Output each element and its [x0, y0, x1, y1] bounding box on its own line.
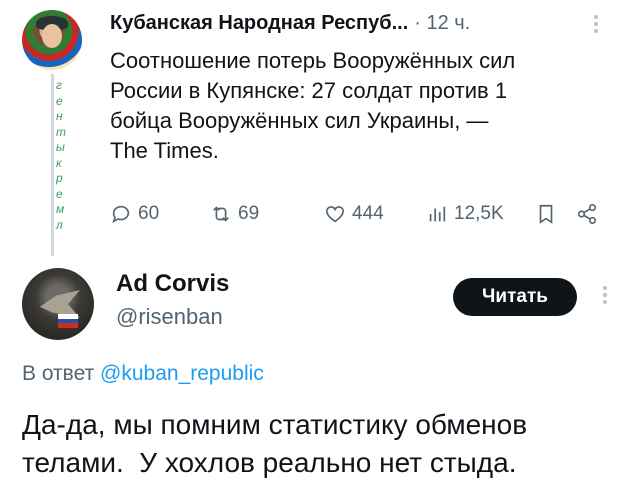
text-line: бойца Вооружённых сил Украины, —	[110, 108, 489, 133]
avatar-flag	[58, 314, 78, 328]
overlay-char: г	[56, 78, 62, 92]
heart-icon	[325, 206, 345, 223]
overlay-char: т	[56, 124, 66, 139]
retweet-count: 69	[238, 203, 260, 224]
share-icon	[577, 204, 597, 224]
reply-tweet-text: Да-да, мы помним статистику обменов тела…	[22, 406, 622, 482]
overlay-char: е	[56, 93, 63, 108]
more-vertical-icon[interactable]	[590, 12, 602, 36]
reply-author-name[interactable]: Ad Corvis	[116, 270, 229, 298]
parent-author-name[interactable]: Кубанская Народная Респуб...	[110, 12, 408, 35]
bookmark-button[interactable]	[535, 200, 557, 228]
text-line: телами. У хохлов реально нет стыда.	[22, 447, 517, 478]
retweet-icon	[213, 206, 229, 222]
reply-avatar[interactable]	[22, 268, 94, 340]
reply-to-link[interactable]: @kuban_republic	[100, 362, 264, 385]
parent-timestamp[interactable]: · 12 ч.	[414, 12, 470, 34]
action-bar: 60 69 444 12,5K	[110, 200, 620, 228]
reply-author-handle[interactable]: @risenban	[116, 304, 223, 330]
reply-button[interactable]: 60	[110, 200, 159, 228]
overlay-char: е	[56, 186, 63, 201]
text-line: Соотношение потерь Вооружённых сил	[110, 48, 516, 73]
thread-line	[51, 74, 54, 256]
like-count: 444	[352, 203, 384, 224]
views-count: 12,5K	[454, 203, 504, 224]
views-button[interactable]: 12,5K	[426, 200, 504, 228]
more-vertical-icon[interactable]	[599, 283, 611, 309]
text-line: The Times.	[110, 138, 219, 163]
text-line: Да-да, мы помним статистику обменов	[22, 409, 528, 440]
reply-to-prefix: В ответ	[22, 362, 95, 385]
overlay-char: к	[56, 155, 62, 170]
bookmark-icon	[539, 204, 553, 224]
bar-chart-icon	[429, 206, 446, 222]
parent-avatar[interactable]	[22, 10, 82, 70]
follow-button[interactable]: Читать	[453, 278, 577, 316]
avatar-overlay-text: г е н т ы к р е м л	[56, 78, 68, 233]
parent-header: Кубанская Народная Респуб... · 12 ч.	[110, 12, 470, 36]
overlay-char: ы	[56, 140, 65, 154]
retweet-button[interactable]: 69	[210, 200, 259, 228]
share-button[interactable]	[576, 200, 598, 228]
avatar-face	[42, 24, 62, 48]
reply-to-line: В ответ @kuban_republic	[22, 362, 264, 386]
reply-count: 60	[138, 203, 160, 224]
speech-bubble-icon	[112, 205, 130, 224]
overlay-char: м	[56, 202, 65, 216]
parent-tweet-text: Соотношение потерь Вооружённых сил Росси…	[110, 46, 620, 166]
overlay-char: н	[56, 109, 63, 123]
overlay-char: р	[56, 171, 63, 185]
overlay-char: л	[56, 217, 63, 232]
like-button[interactable]: 444	[324, 200, 384, 228]
text-line: России в Купянске: 27 солдат против 1	[110, 78, 508, 103]
parent-tweet[interactable]: г е н т ы к р е м л Кубанская Народная Р…	[0, 0, 640, 262]
